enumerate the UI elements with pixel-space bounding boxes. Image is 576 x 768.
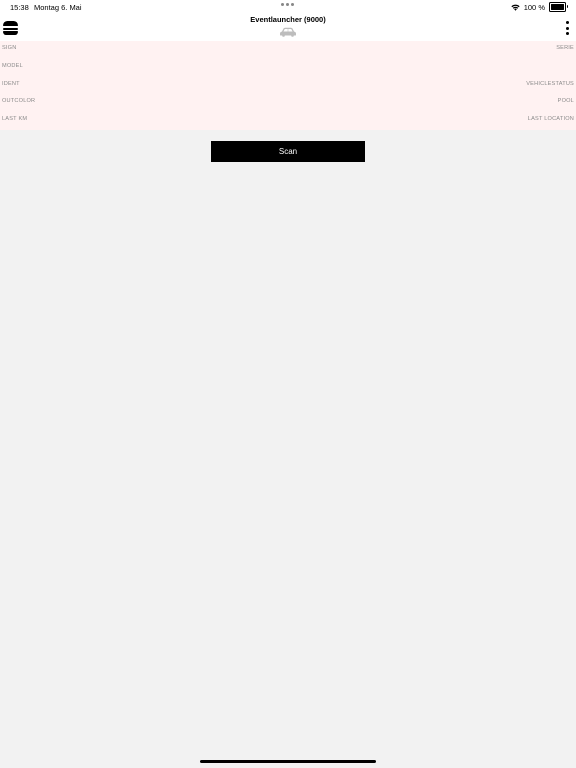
status-time: 15:38 [10,3,29,12]
wifi-icon [511,4,520,11]
label-vehiclestatus: VEHICLESTATUS [526,80,574,87]
label-serie: SERIE [556,45,574,51]
info-row-outcolor: OUTCOLOR POOL [0,94,576,112]
label-outcolor: OUTCOLOR [2,98,36,105]
label-model: MODEL [2,62,23,69]
battery-percent: 100 % [523,2,545,12]
info-row-ident: IDENT VEHICLESTATUS [0,77,576,95]
status-bar: 15:38 Montag 6. Mai 100 % [0,0,576,14]
status-right: 100 % [511,2,568,12]
info-row-sign: SIGN SERIE [0,41,576,59]
scan-button[interactable]: Scan [211,141,365,162]
battery-level-fill [551,4,564,10]
navigation-bar: Eventlauncher (9000) [0,14,576,41]
label-ident: IDENT [2,80,20,87]
label-pool: POOL [557,98,574,105]
label-last-location: LAST LOCATION [527,116,574,123]
vehicle-info-panel: SIGN SERIE MODEL IDENT VEHICLESTATUS OUT… [0,41,576,130]
battery-icon [549,2,568,12]
car-icon [280,27,296,37]
multitasking-dots-icon[interactable] [281,3,294,6]
info-row-model: MODEL [0,59,576,77]
status-date: Montag 6. Mai [34,3,82,12]
page-title: Eventlauncher (9000) [250,15,326,24]
more-vertical-icon[interactable] [564,21,570,35]
info-row-last-km: LAST KM LAST LOCATION [0,112,576,130]
label-last-km: LAST KM [2,116,28,123]
label-sign: SIGN [2,45,17,51]
home-indicator[interactable] [200,760,376,763]
